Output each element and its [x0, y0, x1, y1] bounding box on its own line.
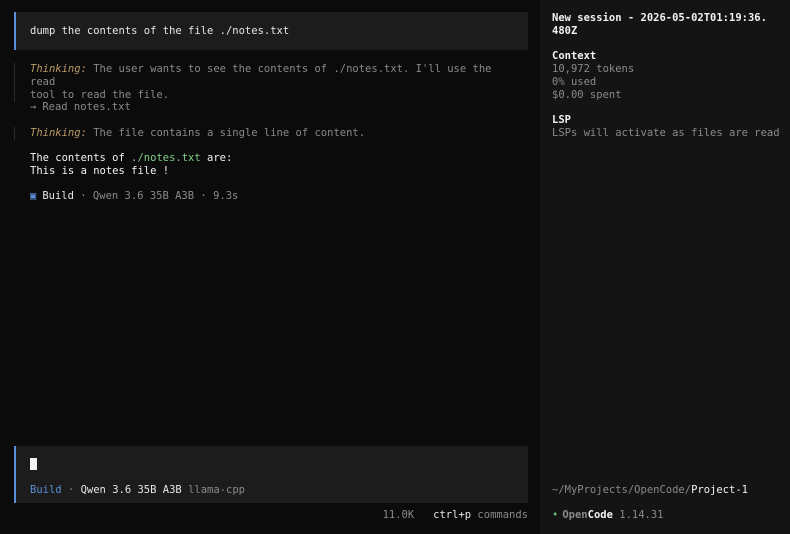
- separator: ·: [67, 484, 75, 496]
- separator: ·: [80, 190, 87, 202]
- prompt-input[interactable]: Build · Qwen 3.6 35B A3B llama-cpp: [14, 446, 528, 503]
- chat-pane: dump the contents of the file ./notes.tx…: [0, 0, 540, 534]
- version-number: 1.14.31: [619, 509, 664, 521]
- lsp-status: LSPs will activate as files are read: [552, 127, 780, 139]
- answer-prefix: The contents of: [30, 152, 125, 164]
- shortcut-key: ctrl+p: [433, 509, 472, 521]
- session-sidebar: New session - 2026-05-02T01:19:36. 480Z …: [540, 0, 790, 534]
- lsp-heading: LSP: [552, 114, 571, 126]
- thinking-label: Thinking:: [30, 63, 87, 75]
- context-section: Context 10,972 tokens 0% used $0.00 spen…: [552, 50, 782, 102]
- session-title: New session - 2026-05-02T01:19:36. 480Z: [552, 12, 767, 37]
- app-version: • OpenCode 1.14.31: [552, 509, 664, 522]
- user-message: dump the contents of the file ./notes.tx…: [14, 12, 528, 50]
- user-message-text: dump the contents of the file ./notes.tx…: [30, 25, 290, 37]
- tool-call[interactable]: → Read notes.txt: [30, 101, 131, 114]
- model-name[interactable]: Qwen 3.6 35B A3B: [81, 484, 182, 496]
- provider-name: llama-cpp: [188, 484, 245, 496]
- status-dot-icon: •: [552, 509, 559, 521]
- file-path: ./notes.txt: [131, 152, 201, 164]
- project-name: Project-1: [691, 484, 748, 496]
- build-info: ▣ Build · Qwen 3.6 35B A3B · 9.3s: [30, 190, 238, 203]
- square-icon: ▣: [30, 190, 37, 202]
- input-status: Build · Qwen 3.6 35B A3B llama-cpp: [30, 484, 245, 497]
- thinking-text: The user wants to see the contents of ./…: [30, 63, 492, 101]
- separator: ·: [200, 190, 207, 202]
- thinking-label: Thinking:: [30, 127, 87, 139]
- build-model: Qwen 3.6 35B A3B: [92, 190, 195, 202]
- thinking-text: The file contains a single line of conte…: [93, 127, 366, 139]
- answer-suffix: are:: [207, 152, 233, 164]
- tool-call-text: Read notes.txt: [42, 101, 131, 113]
- app-window: dump the contents of the file ./notes.tx…: [0, 0, 790, 534]
- arrow-right-icon: →: [30, 101, 37, 113]
- thinking-block: Thinking: The user wants to see the cont…: [14, 63, 520, 102]
- context-used: 0% used: [552, 76, 597, 88]
- context-spent: $0.00 spent: [552, 89, 622, 101]
- build-duration: 9.3s: [213, 190, 239, 202]
- context-tokens: 10,972 tokens: [552, 63, 635, 75]
- footer-hints: 11.0K ctrl+p commands: [383, 509, 528, 522]
- app-name-code: Code: [587, 509, 613, 521]
- answer-line-1: The contents of ./notes.txt are:: [30, 152, 232, 165]
- project-path: ~/MyProjects/OpenCode/Project-1: [552, 484, 748, 497]
- thinking-block: Thinking: The file contains a single lin…: [14, 127, 520, 140]
- token-count: 11.0K: [382, 509, 415, 521]
- app-name-open: Open: [562, 509, 588, 521]
- answer-line-2: This is a notes file !: [30, 165, 170, 177]
- text-cursor: [30, 458, 37, 470]
- path-prefix: ~/MyProjects/OpenCode/: [552, 484, 692, 496]
- agent-mode[interactable]: Build: [30, 484, 62, 496]
- build-mode: Build: [42, 190, 74, 202]
- lsp-section: LSP LSPs will activate as files are read: [552, 114, 782, 140]
- context-heading: Context: [552, 50, 597, 62]
- shortcut-action[interactable]: commands: [477, 509, 528, 521]
- assistant-answer: The contents of ./notes.txt are: This is…: [30, 152, 232, 178]
